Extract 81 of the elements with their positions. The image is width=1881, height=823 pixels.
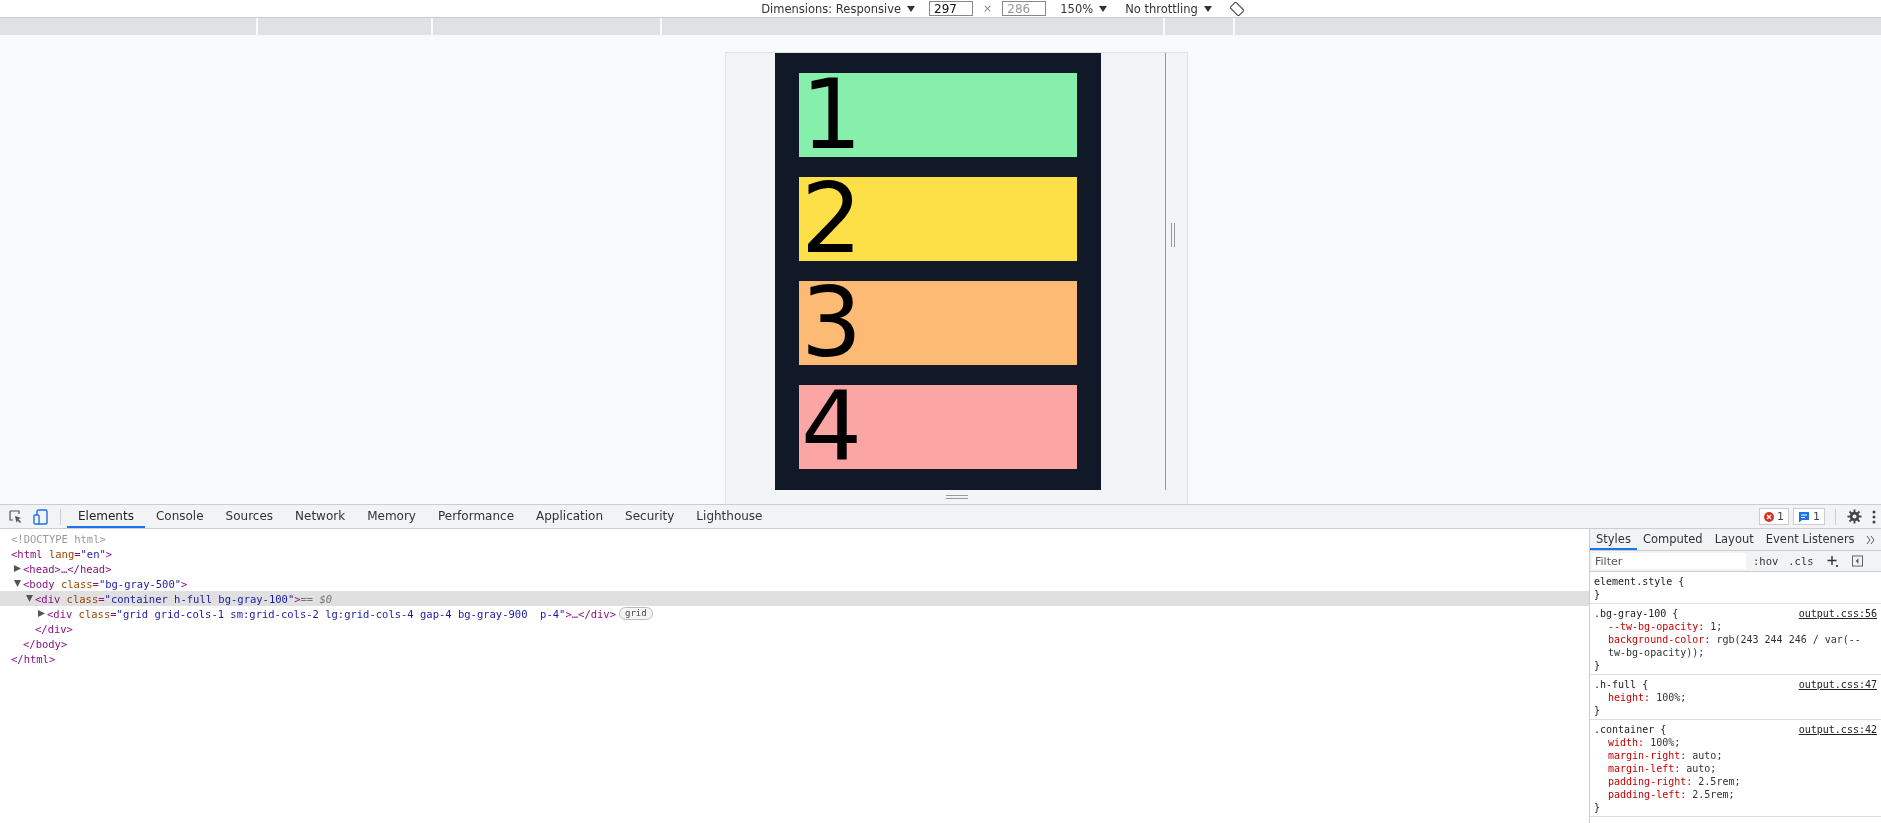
message-icon: [1798, 510, 1810, 523]
css-selector: .h-full {: [1594, 678, 1649, 691]
css-declaration: background-color: rgb(243 244 246 / var(--tw-bg-opacity));: [1607, 633, 1862, 659]
styles-subtab[interactable]: Layout: [1708, 529, 1760, 550]
expand-triangle-icon[interactable]: [26, 595, 33, 602]
closing-brace: }: [1594, 588, 1602, 601]
throttling-dropdown[interactable]: No throttling: [1121, 1, 1216, 16]
source-link[interactable]: output.css:42: [1798, 723, 1877, 736]
dom-node-text: <html lang="en">: [11, 547, 113, 560]
styles-subtab[interactable]: Computed: [1636, 529, 1709, 550]
inspect-icon[interactable]: [9, 509, 23, 524]
number-card: 1: [799, 73, 1077, 157]
message-counter[interactable]: 1: [1793, 508, 1825, 525]
devtools-tab[interactable]: Sources: [214, 505, 285, 528]
devtools-tab[interactable]: Lighthouse: [685, 505, 774, 528]
source-link[interactable]: output.css:47: [1798, 678, 1877, 691]
plus-icon[interactable]: [1825, 555, 1838, 567]
caret-icon: [1099, 5, 1108, 12]
css-declaration: margin-left: auto;: [1607, 762, 1718, 775]
dom-row[interactable]: <div class="container h-full bg-gray-100">== $0: [0, 591, 1589, 606]
css-selector: .bg-gray-100 {: [1594, 607, 1679, 620]
sidebar-toggle-icon[interactable]: [1851, 555, 1863, 567]
number-card: 3: [799, 281, 1077, 365]
closing-brace: }: [1594, 801, 1602, 814]
devtools-tab[interactable]: Network: [284, 505, 357, 528]
devtools-tab[interactable]: Memory: [356, 505, 427, 528]
dom-row[interactable]: <html lang="en">: [0, 546, 1589, 561]
more-tabs-chevron-icon[interactable]: [1865, 535, 1876, 544]
expand-triangle-icon[interactable]: [14, 580, 21, 587]
devtools-tab[interactable]: Security: [614, 505, 686, 528]
filter-field[interactable]: Filter: [1592, 553, 1746, 569]
height-field[interactable]: 286: [1002, 1, 1047, 16]
dom-node-text: </html>: [11, 652, 56, 665]
dom-node-text: </body>: [23, 637, 68, 650]
caret-icon: [907, 5, 916, 12]
devtools-tab[interactable]: Console: [144, 505, 215, 528]
number-card: 2: [799, 177, 1077, 261]
width-field[interactable]: 297: [929, 1, 974, 16]
css-declaration: width: 100%;: [1607, 736, 1682, 749]
devtools-tab[interactable]: Performance: [426, 505, 525, 528]
zoom-dropdown[interactable]: 150%: [1056, 1, 1112, 16]
dom-node-text: <head>…</head>: [23, 562, 112, 575]
times-sign: ×: [983, 2, 993, 15]
dom-node-text: <!DOCTYPE html>: [11, 532, 106, 545]
css-declaration: margin-right: auto;: [1607, 749, 1724, 762]
styles-subtab[interactable]: Event Listeners: [1759, 529, 1861, 550]
dom-row[interactable]: <div class="grid grid-cols-1 sm:grid-cols-2 lg:grid-cols-4 gap-4 bg-gray-900 p-4">…</div> grid: [0, 606, 1589, 621]
devtools-tab[interactable]: Elements: [67, 505, 145, 528]
rotate-icon[interactable]: [1229, 1, 1244, 16]
error-counter[interactable]: 1: [1759, 508, 1789, 525]
dom-node-text: </div>: [35, 622, 73, 635]
device-toolbar-icon[interactable]: [33, 508, 49, 525]
expand-triangle-icon[interactable]: [38, 610, 45, 617]
closing-brace: }: [1594, 659, 1602, 672]
devtools-tab[interactable]: Application: [525, 505, 615, 528]
dom-row[interactable]: <body class="bg-gray-500">: [0, 576, 1589, 591]
error-icon: [1764, 511, 1774, 522]
dimensions-dropdown[interactable]: Dimensions: Responsive: [757, 1, 920, 16]
dom-row[interactable]: <head>…</head>: [0, 561, 1589, 576]
hov-toggle[interactable]: :hov: [1750, 555, 1782, 567]
css-declaration: padding-right: 2.5rem;: [1607, 775, 1742, 788]
grid-badge[interactable]: grid: [619, 607, 653, 620]
css-selector: element.style {: [1594, 575, 1685, 588]
cls-toggle[interactable]: .cls: [1785, 555, 1817, 567]
css-selector: .container {: [1594, 723, 1667, 736]
dom-node-text: <body class="bg-gray-500">: [23, 577, 188, 590]
more-options-icon[interactable]: [1872, 509, 1876, 524]
dom-node-text: <div class="grid grid-cols-1 sm:grid-cols-2 lg:grid-cols-4 gap-4 bg-gray-900 p-4">…</div>: [47, 607, 616, 620]
dom-row[interactable]: </html>: [0, 651, 1589, 666]
css-declaration: --tw-bg-opacity: 1;: [1607, 620, 1724, 633]
expand-triangle-icon[interactable]: [14, 565, 21, 572]
settings-icon[interactable]: [1847, 509, 1862, 524]
dom-node-text: <div class="container h-full bg-gray-100">== $0: [35, 592, 333, 605]
dom-row[interactable]: </div>: [0, 621, 1589, 636]
number-card: 4: [799, 385, 1077, 469]
source-link[interactable]: output.css:56: [1798, 607, 1877, 620]
closing-brace: }: [1594, 704, 1602, 717]
css-declaration: padding-left: 2.5rem;: [1607, 788, 1736, 801]
caret-icon: [1203, 5, 1212, 12]
css-declaration: height: 100%;: [1607, 691, 1688, 704]
dom-row[interactable]: </body>: [0, 636, 1589, 651]
